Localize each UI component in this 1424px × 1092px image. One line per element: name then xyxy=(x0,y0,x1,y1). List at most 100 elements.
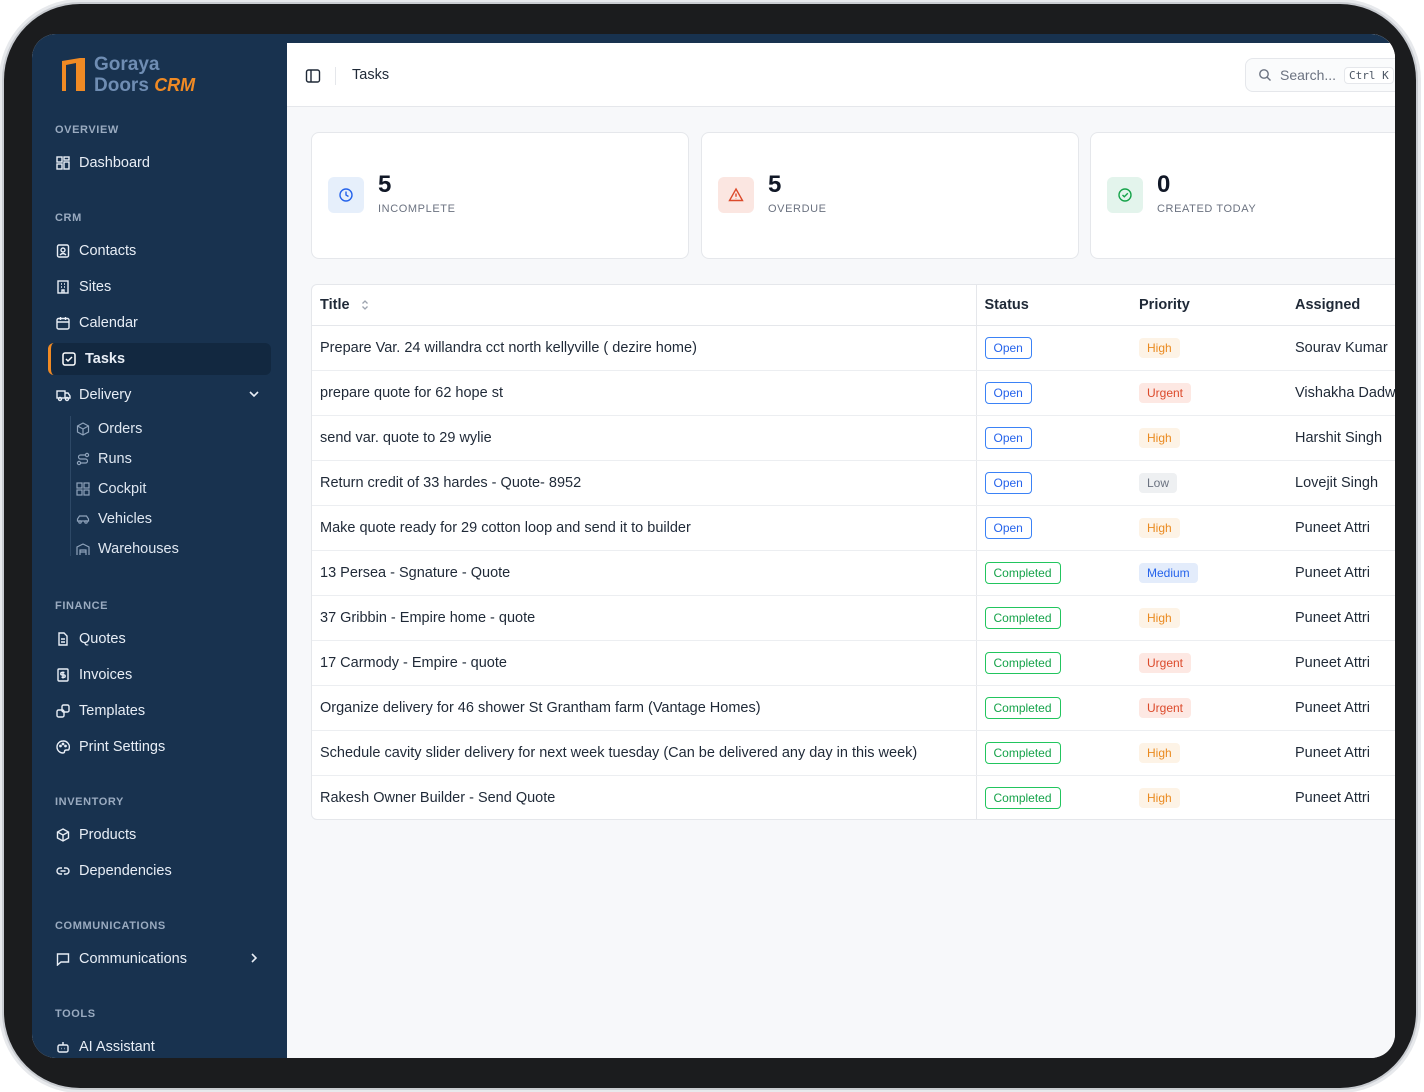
task-title[interactable]: send var. quote to 29 wylie xyxy=(312,415,977,461)
status-badge[interactable]: Open xyxy=(984,426,1032,449)
assignee-name[interactable]: Puneet Attri xyxy=(1287,685,1395,731)
section-crm: CRM xyxy=(55,212,82,224)
priority-cell: High xyxy=(1131,415,1287,461)
column-header-priority[interactable]: Priority xyxy=(1131,285,1287,326)
assignee-name[interactable]: Harshit Singh xyxy=(1287,415,1395,461)
task-title[interactable]: 17 Carmody - Empire - quote xyxy=(312,640,977,686)
column-header-status[interactable]: Status xyxy=(976,285,1131,326)
search-input[interactable]: Search... Ctrl K xyxy=(1245,58,1395,92)
status-badge[interactable]: Open xyxy=(984,381,1032,404)
table-row[interactable]: 37 Gribbin - Empire home - quote Complete… xyxy=(312,595,1395,641)
sidebar-subitem-vehicles[interactable]: Vehicles xyxy=(76,506,152,532)
sidebar-item-contacts[interactable]: Contacts xyxy=(48,235,271,267)
chain-link-icon xyxy=(55,863,71,879)
sidebar-item-sites[interactable]: Sites xyxy=(48,271,271,303)
sidebar-item-quotes[interactable]: Quotes xyxy=(48,623,271,655)
assignee-name[interactable]: Sourav Kumar xyxy=(1287,325,1395,371)
status-badge[interactable]: Open xyxy=(984,471,1032,494)
table-row[interactable]: Prepare Var. 24 willandra cct north kell… xyxy=(312,325,1395,371)
stat-label: INCOMPLETE xyxy=(378,203,456,215)
priority-cell: High xyxy=(1131,775,1287,819)
status-badge[interactable]: Open xyxy=(984,516,1032,539)
assignee-name[interactable]: Vishakha Dadw xyxy=(1287,370,1395,416)
sidebar-subitem-orders[interactable]: Orders xyxy=(76,416,142,442)
priority-cell: High xyxy=(1131,730,1287,776)
sidebar-item-label: Contacts xyxy=(79,243,137,259)
priority-badge[interactable]: Urgent xyxy=(1139,697,1192,718)
car-icon xyxy=(76,512,90,526)
sidebar-item-products[interactable]: Products xyxy=(48,819,271,851)
column-header-title[interactable]: Title xyxy=(312,285,977,326)
sidebar-item-calendar[interactable]: Calendar xyxy=(48,307,271,339)
stat-card-created-today[interactable]: 0 CREATED TODAY xyxy=(1090,132,1395,259)
priority-badge[interactable]: High xyxy=(1139,742,1180,763)
sidebar-subitem-cockpit[interactable]: Cockpit xyxy=(76,476,146,502)
assignee-name[interactable]: Lovejit Singh xyxy=(1287,460,1395,506)
assignee-name[interactable]: Puneet Attri xyxy=(1287,550,1395,596)
task-title[interactable]: prepare quote for 62 hope st xyxy=(312,370,977,416)
task-title[interactable]: Prepare Var. 24 willandra cct north kell… xyxy=(312,325,977,371)
priority-badge[interactable]: Urgent xyxy=(1139,652,1192,673)
priority-badge[interactable]: High xyxy=(1139,517,1180,538)
assignee-name[interactable]: Puneet Attri xyxy=(1287,640,1395,686)
sidebar-item-tasks[interactable]: Tasks xyxy=(48,343,271,375)
table-row[interactable]: Schedule cavity slider delivery for next… xyxy=(312,730,1395,776)
table-row[interactable]: Return credit of 33 hardes - Quote- 8952… xyxy=(312,460,1395,506)
status-badge[interactable]: Completed xyxy=(984,786,1061,809)
table-row[interactable]: Rakesh Owner Builder - Send Quote Complet… xyxy=(312,775,1395,819)
stat-card-overdue[interactable]: 5 OVERDUE xyxy=(701,132,1079,259)
sidebar-item-invoices[interactable]: Invoices xyxy=(48,659,271,691)
sort-icon[interactable] xyxy=(360,299,370,311)
priority-badge[interactable]: High xyxy=(1139,427,1180,448)
receipt-icon xyxy=(55,667,71,683)
priority-badge[interactable]: Low xyxy=(1139,472,1178,493)
priority-badge[interactable]: High xyxy=(1139,607,1180,628)
status-badge[interactable]: Completed xyxy=(984,606,1061,629)
stat-card-incomplete[interactable]: 5 INCOMPLETE xyxy=(311,132,689,259)
priority-badge[interactable]: Medium xyxy=(1139,562,1198,583)
sidebar-toggle-icon[interactable] xyxy=(305,68,321,84)
chevron-right-icon[interactable] xyxy=(247,951,261,965)
sidebar-item-delivery[interactable]: Delivery xyxy=(48,379,271,411)
table-row[interactable]: Organize delivery for 46 shower St Grant… xyxy=(312,685,1395,731)
priority-badge[interactable]: Urgent xyxy=(1139,382,1192,403)
sidebar-item-print-settings[interactable]: Print Settings xyxy=(48,731,271,763)
status-badge[interactable]: Completed xyxy=(984,561,1061,584)
status-badge[interactable]: Completed xyxy=(984,741,1061,764)
priority-badge[interactable]: High xyxy=(1139,787,1180,808)
task-title[interactable]: 13 Persea - Sgnature - Quote xyxy=(312,550,977,596)
sidebar-item-label: Communications xyxy=(79,951,187,967)
table-row[interactable]: prepare quote for 62 hope st Open Urgent Vi… xyxy=(312,370,1395,416)
column-header-assigned[interactable]: Assigned xyxy=(1287,285,1395,326)
chevron-down-icon[interactable] xyxy=(247,387,261,401)
sidebar-item-dashboard[interactable]: Dashboard xyxy=(48,147,271,179)
table-row[interactable]: send var. quote to 29 wylie Open High Harsh… xyxy=(312,415,1395,461)
table-row[interactable]: Make quote ready for 29 cotton loop and … xyxy=(312,505,1395,551)
sidebar-item-label: Quotes xyxy=(79,631,126,647)
table-row[interactable]: 13 Persea - Sgnature - Quote Completed Med… xyxy=(312,550,1395,596)
task-title[interactable]: Organize delivery for 46 shower St Grant… xyxy=(312,685,977,731)
assignee-name[interactable]: Puneet Attri xyxy=(1287,730,1395,776)
assignee-name[interactable]: Puneet Attri xyxy=(1287,595,1395,641)
status-badge[interactable]: Completed xyxy=(984,651,1061,674)
sidebar-item-templates[interactable]: Templates xyxy=(48,695,271,727)
sidebar-item-communications[interactable]: Communications xyxy=(48,943,271,975)
assignee-name[interactable]: Puneet Attri xyxy=(1287,505,1395,551)
table-row[interactable]: 17 Carmody - Empire - quote Completed Urge… xyxy=(312,640,1395,686)
task-title[interactable]: Schedule cavity slider delivery for next… xyxy=(312,730,977,776)
sidebar-subitem-runs[interactable]: Runs xyxy=(76,446,132,472)
sidebar-subitem-warehouses[interactable]: Warehouses xyxy=(76,536,179,562)
sidebar-item-ai-assistant[interactable]: AI Assistant xyxy=(48,1031,271,1058)
sidebar-edge xyxy=(279,34,287,896)
task-title[interactable]: 37 Gribbin - Empire home - quote xyxy=(312,595,977,641)
status-badge[interactable]: Open xyxy=(984,336,1032,359)
status-badge[interactable]: Completed xyxy=(984,696,1061,719)
priority-badge[interactable]: High xyxy=(1139,337,1180,358)
task-title[interactable]: Return credit of 33 hardes - Quote- 8952 xyxy=(312,460,977,506)
task-title[interactable]: Make quote ready for 29 cotton loop and … xyxy=(312,505,977,551)
task-title[interactable]: Rakesh Owner Builder - Send Quote xyxy=(312,775,977,819)
device-frame: Goraya Doors CRM OVERVIEW Dashboard CRM … xyxy=(4,4,1416,1088)
brand-logo[interactable]: Goraya Doors CRM xyxy=(60,54,195,96)
assignee-name[interactable]: Puneet Attri xyxy=(1287,775,1395,819)
sidebar-item-dependencies[interactable]: Dependencies xyxy=(48,855,271,887)
